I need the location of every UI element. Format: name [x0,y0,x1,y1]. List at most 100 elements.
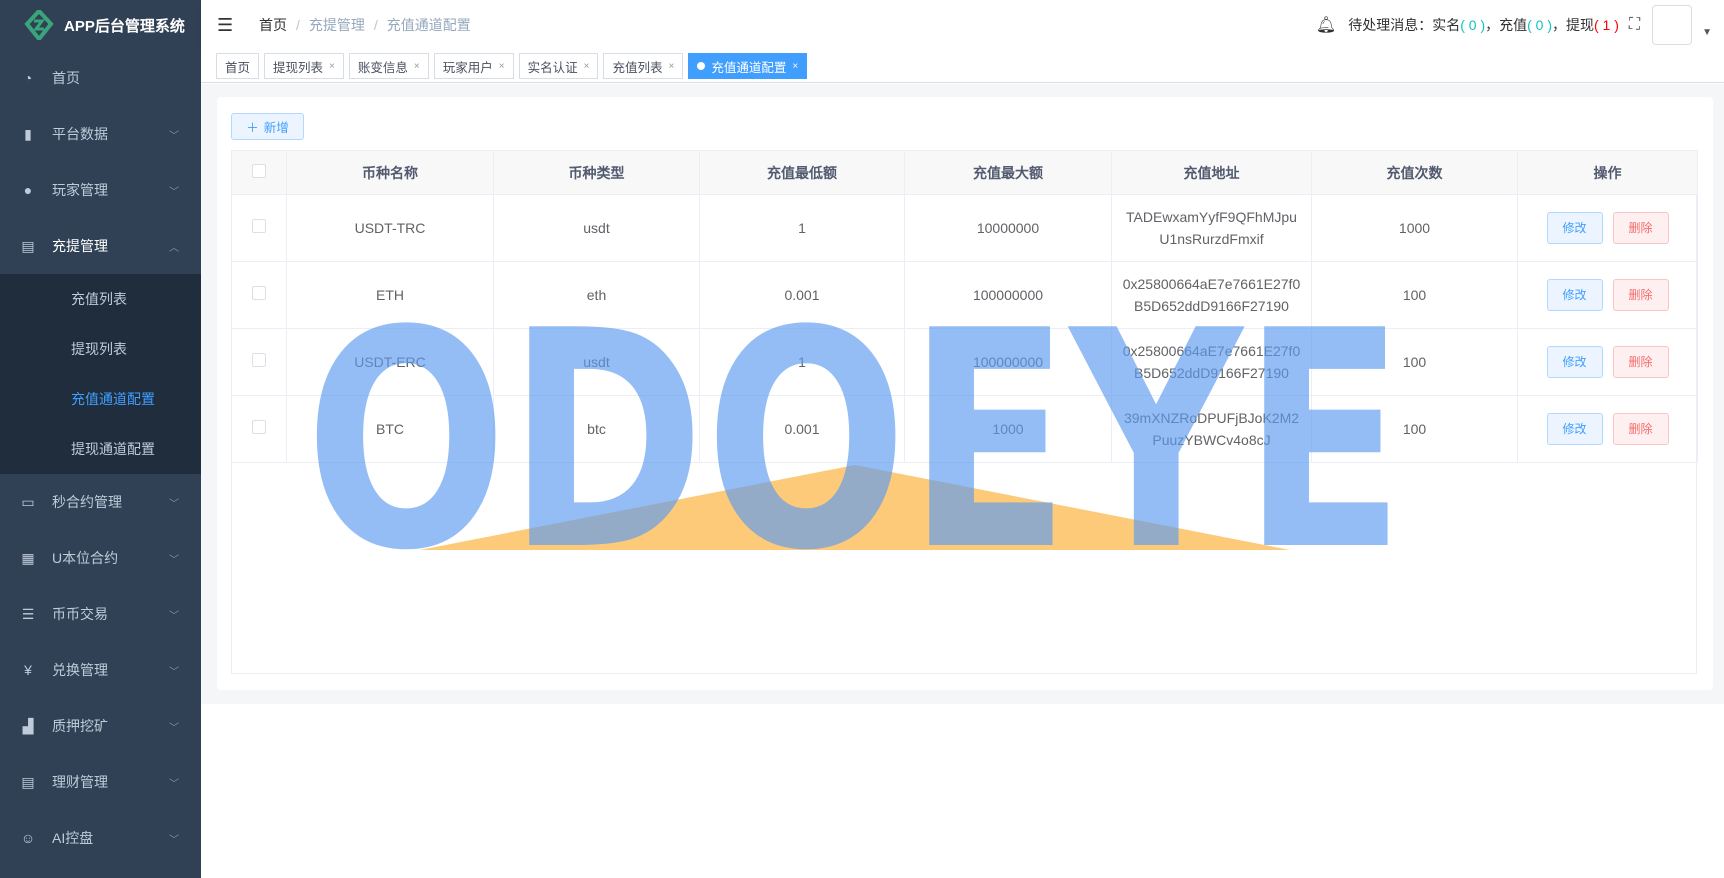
cell-min: 0.001 [699,261,905,329]
cell-count: 100 [1311,395,1518,463]
row-checkbox[interactable] [252,219,266,233]
edit-button[interactable]: 修改 [1546,212,1603,244]
cell-max: 100000000 [904,261,1112,329]
sidebar-item-9[interactable]: ▤ 理财管理 ﹀ [0,754,201,810]
select-cell [231,194,287,262]
breadcrumb-current: 充值通道配置 [386,17,471,33]
sidebar-item-3[interactable]: ▤ 充提管理 ︿ [0,218,201,274]
tag-4[interactable]: 实名认证 × [518,53,599,79]
chevron-up-icon: ︿ [169,242,179,254]
delete-button[interactable]: 删除 [1612,413,1669,445]
avatar[interactable] [1652,5,1693,45]
bell-icon[interactable]: 🔔︎ [1316,15,1336,35]
cell-actions: 修改 删除 [1517,194,1698,262]
chevron-down-icon: ﹀ [169,130,179,142]
select-cell [231,328,287,396]
tag-2[interactable]: 账变信息 × [348,53,429,79]
tag-label: 账变信息 [357,60,408,75]
caret-down-icon[interactable]: ▼ [1702,27,1712,38]
row-checkbox[interactable] [252,420,266,434]
cell-name: ETH [286,261,494,329]
sidebar-item-label: 理财管理 [52,774,108,790]
header: ☰ 首页 / 充提管理 / 充值通道配置 🔔︎ 待处理消息：实名( 0 )，充值( 0 … [201,0,1724,50]
notice-sep: ， [1552,17,1566,33]
chevron-down-icon: ﹀ [169,666,179,678]
tag-5[interactable]: 充值列表 × [603,53,684,79]
chevron-down-icon: ﹀ [169,722,179,734]
close-icon[interactable]: × [792,61,798,72]
breadcrumb-home[interactable]: 首页 [259,17,287,33]
sidebar-item-1[interactable]: ▮ 平台数据 ﹀ [0,106,201,162]
sidebar-item-0[interactable]: ◔ 首页 [0,50,201,106]
tag-6[interactable]: 充值通道配置 × [688,53,808,79]
delete-button[interactable]: 删除 [1612,279,1669,311]
submenu-item-0[interactable]: 充值列表 [0,274,201,324]
cell-name: USDT-TRC [286,194,494,262]
cell-actions: 修改 删除 [1517,261,1698,329]
add-button[interactable]: ＋ 新增 [231,113,304,140]
sidebar-item-label: 平台数据 [52,126,108,142]
edit-button[interactable]: 修改 [1546,279,1603,311]
chevron-down-icon: ﹀ [169,498,179,510]
submenu-item-3[interactable]: 提现通道配置 [0,424,201,474]
tag-1[interactable]: 提现列表 × [264,53,344,79]
hamburger-icon[interactable]: ☰ [217,15,239,36]
notice-sep: ， [1485,17,1500,33]
cell-count: 100 [1311,328,1518,396]
fullscreen-icon[interactable]: ⛶ [1629,16,1640,34]
edit-button[interactable]: 修改 [1546,413,1603,445]
cell-min: 0.001 [699,395,905,463]
select-cell [231,395,287,463]
sidebar-item-label: 充提管理 [52,238,108,254]
cell-actions: 修改 删除 [1517,395,1698,463]
select-all-cell [231,150,287,195]
close-icon[interactable]: × [414,61,420,72]
edit-button[interactable]: 修改 [1546,346,1603,378]
sidebar-item-10[interactable]: ☺ AI控盘 ﹀ [0,810,201,866]
table-row: USDT-TRC usdt 1 10000000 TADEwxamYyfF9QFhMJp… [231,194,1698,262]
cell-name: BTC [286,395,494,463]
cell-address: 39mXNZRoDPUFjBJoK2M2PuuzYBWCv4o8cJ [1111,395,1312,463]
tag-label: 玩家用户 [442,60,493,75]
tag-3[interactable]: 玩家用户 × [433,53,514,79]
bar-chart-icon: ▟ [22,717,34,734]
tag-label: 实名认证 [527,60,578,75]
dashboard-icon: ◔ [23,70,33,86]
close-icon[interactable]: × [499,61,505,72]
cell-actions: 修改 删除 [1517,328,1698,396]
table-row: ETH eth 0.001 100000000 0x25800664aE7e7661E2… [231,261,1698,329]
column-header: 币种类型 [493,150,700,195]
sidebar-item-2[interactable]: ● 玩家管理 ﹀ [0,162,201,218]
cell-count: 100 [1311,261,1518,329]
close-icon[interactable]: × [329,61,335,72]
logo[interactable]: APP后台管理系统 [0,0,201,50]
pending-notice[interactable]: 待处理消息：实名( 0 )，充值( 0 )，提现( 1 ) [1348,15,1619,35]
sidebar-item-label: 兑换管理 [52,662,108,678]
select-all-checkbox[interactable] [252,163,266,178]
close-icon[interactable]: × [584,61,590,72]
row-checkbox[interactable] [252,353,266,367]
cell-count: 1000 [1311,194,1518,262]
tags-view: 首页 提现列表 × 账变信息 × 玩家用户 × 实名认证 × 充值列表 × 充值通道配置 × [201,50,1724,83]
submenu-item-1[interactable]: 提现列表 [0,324,201,374]
sidebar-item-7[interactable]: ¥ 兑换管理 ﹀ [0,642,201,698]
monitor-icon: ▭ [21,493,35,510]
add-label: 新增 [263,121,289,135]
row-checkbox[interactable] [252,286,266,300]
sidebar-item-4[interactable]: ▭ 秒合约管理 ﹀ [0,474,201,530]
chevron-down-icon: ﹀ [169,186,179,198]
submenu-item-2[interactable]: 充值通道配置 [0,374,201,424]
submenu: 充值列表 提现列表 充值通道配置 提现通道配置 [0,274,201,474]
tag-0[interactable]: 首页 [216,53,260,79]
close-icon[interactable]: × [668,61,674,72]
sidebar-item-8[interactable]: ▟ 质押挖矿 ﹀ [0,698,201,754]
tag-label: 充值列表 [612,60,663,75]
delete-button[interactable]: 删除 [1612,346,1669,378]
cell-type: usdt [493,328,700,396]
sidebar-item-label: 秒合约管理 [52,494,122,510]
sidebar-item-6[interactable]: ☰ 币币交易 ﹀ [0,586,201,642]
delete-button[interactable]: 删除 [1612,212,1669,244]
robot-icon: ☺ [20,830,36,846]
sidebar-item-5[interactable]: ▦ U本位合约 ﹀ [0,530,201,586]
chevron-down-icon: ﹀ [169,834,179,846]
